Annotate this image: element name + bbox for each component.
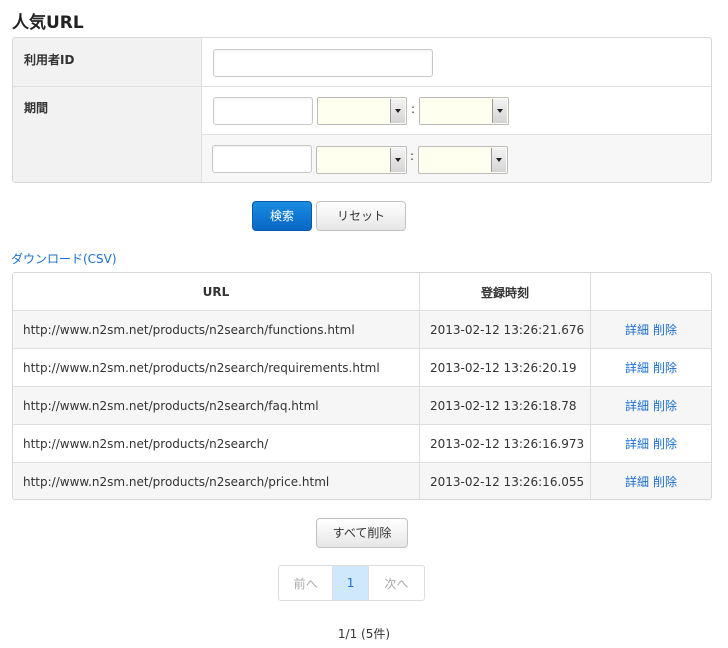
popular-url-table: URL 登録時刻 http://www.n2sm.net/products/n2… [12, 272, 712, 500]
delete-link[interactable]: 削除 [653, 473, 677, 490]
table-row: http://www.n2sm.net/products/n2search/fu… [13, 310, 711, 348]
url-cell: http://www.n2sm.net/products/n2search/pr… [13, 463, 420, 499]
chevron-down-icon [390, 148, 405, 172]
table-row: http://www.n2sm.net/products/n2search/pr… [13, 462, 711, 499]
page-summary: 1/1 (5件) [337, 627, 391, 641]
delete-link[interactable]: 削除 [653, 397, 677, 414]
prev-page-button[interactable]: 前へ [279, 566, 334, 600]
chevron-down-icon [491, 148, 506, 172]
chevron-down-icon [492, 99, 507, 123]
period-start-minute-select[interactable] [419, 97, 509, 125]
next-page-button[interactable]: 次へ [369, 566, 424, 600]
actions-cell: 詳細 削除 [591, 387, 711, 424]
period-end-minute-select[interactable] [418, 146, 508, 174]
table-row: http://www.n2sm.net/products/n2search/re… [13, 348, 711, 386]
url-cell: http://www.n2sm.net/products/n2search/ [13, 425, 420, 462]
time-cell: 2013-02-12 13:26:21.676 [420, 311, 591, 348]
user-id-label: 利用者ID [24, 53, 75, 67]
detail-link[interactable]: 詳細 [625, 321, 649, 338]
time-cell: 2013-02-12 13:26:18.78 [420, 387, 591, 424]
detail-link[interactable]: 詳細 [625, 435, 649, 452]
search-form: 利用者ID 期間 : : [12, 37, 712, 183]
pagination: 前へ 1 次へ [278, 565, 425, 601]
detail-link[interactable]: 詳細 [625, 397, 649, 414]
reset-button[interactable]: リセット [316, 201, 406, 231]
delete-all-button[interactable]: すべて削除 [316, 518, 408, 548]
search-button[interactable]: 検索 [252, 201, 312, 231]
url-cell: http://www.n2sm.net/products/n2search/fu… [13, 311, 420, 348]
period-end-hour-select[interactable] [316, 146, 407, 174]
detail-link[interactable]: 詳細 [625, 359, 649, 376]
detail-link[interactable]: 詳細 [625, 473, 649, 490]
period-start-hour-select[interactable] [317, 97, 407, 125]
table-row: http://www.n2sm.net/products/n2search/fa… [13, 386, 711, 424]
chevron-down-icon [390, 99, 405, 123]
period-label: 期間 [24, 101, 49, 115]
form-divider [13, 86, 711, 87]
page-title: 人気URL [12, 13, 84, 33]
actions-cell: 詳細 削除 [591, 425, 711, 462]
time-cell: 2013-02-12 13:26:16.055 [420, 463, 591, 499]
delete-link[interactable]: 削除 [653, 321, 677, 338]
time-separator: : [410, 149, 415, 163]
actions-cell: 詳細 削除 [591, 311, 711, 348]
period-end-date-input[interactable] [212, 145, 312, 173]
time-cell: 2013-02-12 13:26:16.973 [420, 425, 591, 462]
delete-link[interactable]: 削除 [653, 435, 677, 452]
actions-column-header [591, 273, 711, 311]
table-header-row: URL 登録時刻 [13, 273, 711, 311]
registered-time-column-header: 登録時刻 [420, 273, 591, 311]
user-id-input[interactable] [213, 49, 433, 77]
time-cell: 2013-02-12 13:26:20.19 [420, 349, 591, 386]
delete-link[interactable]: 削除 [653, 359, 677, 376]
actions-cell: 詳細 削除 [591, 349, 711, 386]
download-csv-link[interactable]: ダウンロード(CSV) [11, 250, 117, 267]
time-separator: : [411, 102, 416, 116]
current-page-button[interactable]: 1 [333, 566, 369, 600]
url-cell: http://www.n2sm.net/products/n2search/re… [13, 349, 420, 386]
actions-cell: 詳細 削除 [591, 463, 711, 499]
table-row: http://www.n2sm.net/products/n2search/ 2… [13, 424, 711, 462]
period-start-date-input[interactable] [213, 97, 313, 125]
url-column-header: URL [13, 273, 420, 311]
url-cell: http://www.n2sm.net/products/n2search/fa… [13, 387, 420, 424]
